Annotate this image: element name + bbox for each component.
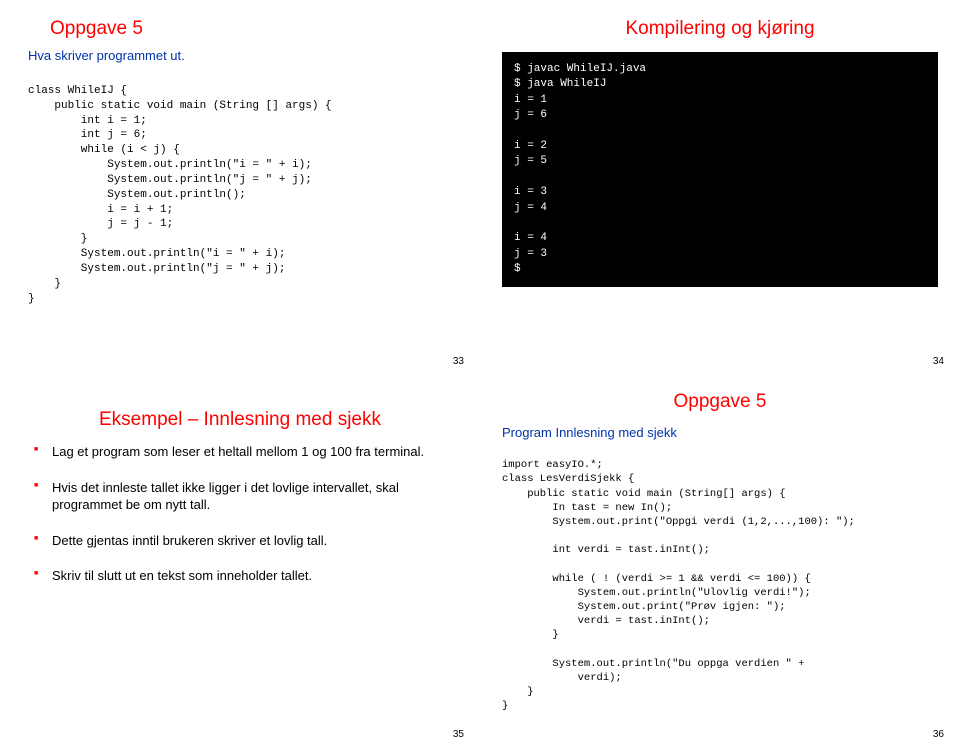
code-line: j = j - 1;	[28, 218, 173, 230]
page-number: 36	[933, 729, 944, 740]
code-line: }	[502, 700, 508, 712]
bullet-item: Lag et program som leser et heltall mell…	[34, 443, 458, 461]
slide-36: Oppgave 5 Program Innlesning med sjekk i…	[480, 373, 960, 746]
code-line: int verdi = tast.inInt();	[502, 544, 710, 556]
code-line: import easyIO.*;	[502, 459, 603, 471]
code-line: System.out.println("j = " + j);	[28, 174, 312, 186]
slide-subhead: Hva skriver programmet ut.	[28, 48, 458, 63]
code-line: int j = 6;	[28, 129, 147, 141]
bullet-item: Skriv til slutt ut en tekst som innehold…	[34, 567, 458, 585]
bullet-list: Lag et program som leser et heltall mell…	[34, 443, 458, 585]
slide-title: Eksempel – Innlesning med sjekk	[22, 409, 458, 431]
code-line: System.out.println("Ulovlig verdi!");	[502, 587, 811, 599]
code-line: System.out.println("i = " + i);	[28, 248, 285, 260]
slide-35: Eksempel – Innlesning med sjekk Lag et p…	[0, 373, 480, 746]
slide-title: Kompilering og kjøring	[502, 18, 938, 40]
code-line: verdi);	[502, 672, 622, 684]
slide-33: Oppgave 5 Hva skriver programmet ut. cla…	[0, 0, 480, 373]
slide-title: Oppgave 5	[50, 18, 458, 40]
code-line: System.out.print("Prøv igjen: ");	[502, 601, 786, 613]
bullet-item: Dette gjentas inntil brukeren skriver et…	[34, 532, 458, 550]
page-number: 35	[453, 729, 464, 740]
slide-subhead: Program Innlesning med sjekk	[502, 425, 938, 440]
code-line: }	[28, 233, 87, 245]
code-line: }	[28, 293, 35, 305]
code-block: import easyIO.*; class LesVerdiSjekk { p…	[502, 444, 938, 713]
code-line: while (i < j) {	[28, 144, 180, 156]
code-line: System.out.println("Du oppga verdien " +	[502, 658, 804, 670]
code-line: int i = 1;	[28, 115, 147, 127]
code-line: public static void main (String[] args) …	[502, 488, 786, 500]
code-line: public static void main (String [] args)…	[28, 100, 332, 112]
slide-title: Oppgave 5	[502, 391, 938, 413]
code-block: class WhileIJ { public static void main …	[28, 69, 458, 307]
code-line: }	[28, 278, 61, 290]
code-line: verdi = tast.inInt();	[502, 615, 710, 627]
code-line: System.out.println("j = " + j);	[28, 263, 285, 275]
code-line: System.out.println("i = " + i);	[28, 159, 312, 171]
bullet-item: Hvis det innleste tallet ikke ligger i d…	[34, 479, 458, 514]
code-line: System.out.print("Oppgi verdi (1,2,...,1…	[502, 516, 855, 528]
code-line: class WhileIJ {	[28, 85, 127, 97]
code-line: i = i + 1;	[28, 204, 173, 216]
code-line: while ( ! (verdi >= 1 && verdi <= 100)) …	[502, 573, 811, 585]
slide-34: Kompilering og kjøring $ javac WhileIJ.j…	[480, 0, 960, 373]
page-number: 34	[933, 356, 944, 367]
code-line: }	[502, 686, 534, 698]
terminal-output: $ javac WhileIJ.java $ java WhileIJ i = …	[502, 52, 938, 287]
code-line: class LesVerdiSjekk {	[502, 473, 634, 485]
page-number: 33	[453, 356, 464, 367]
code-line: }	[502, 629, 559, 641]
code-line: In tast = new In();	[502, 502, 672, 514]
code-line: System.out.println();	[28, 189, 246, 201]
